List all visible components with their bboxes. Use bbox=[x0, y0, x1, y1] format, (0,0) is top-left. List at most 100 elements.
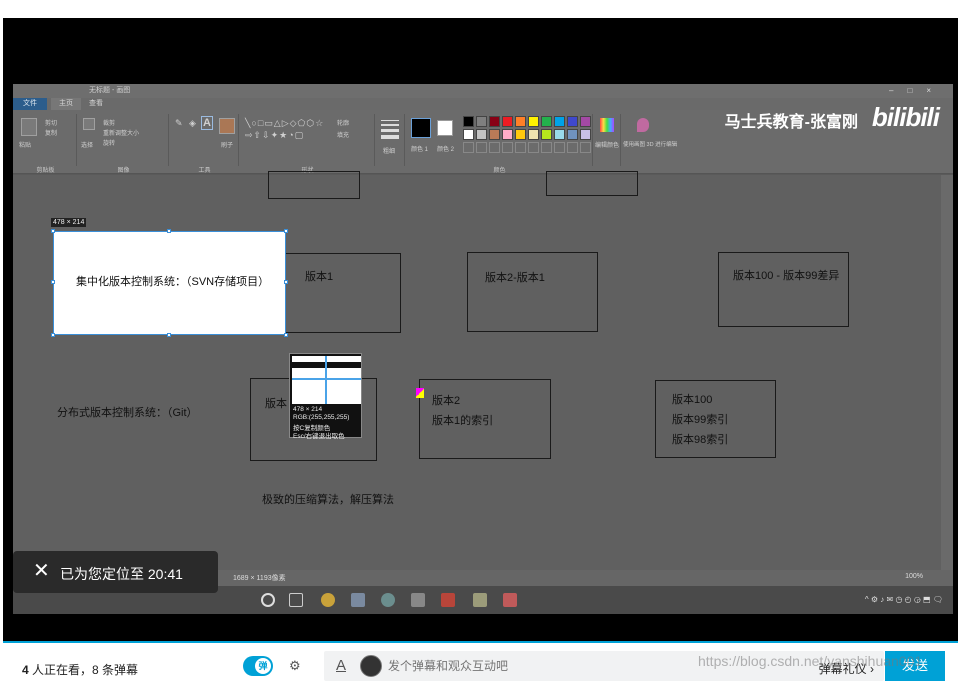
system-tray[interactable]: ^ ⚙ ♪ ✉ ◷ ◴ ◶ ⬒ 🗨 bbox=[865, 595, 943, 604]
version100-line1: 版本100 bbox=[672, 394, 713, 406]
palette-swatch[interactable] bbox=[528, 116, 539, 127]
group-size[interactable]: 粗细 bbox=[377, 114, 405, 166]
paste-icon[interactable] bbox=[21, 118, 37, 136]
color2-swatch[interactable] bbox=[437, 120, 453, 136]
window-title: 无标题 - 画图 bbox=[89, 87, 131, 94]
selection-handle[interactable] bbox=[284, 333, 288, 337]
app-icon[interactable] bbox=[351, 593, 365, 607]
danmaku-input[interactable] bbox=[388, 655, 688, 677]
media-app-icon[interactable] bbox=[441, 593, 455, 607]
palette-swatch[interactable] bbox=[580, 129, 591, 140]
cursor-icon bbox=[416, 388, 424, 398]
version100-text: 版本100 - 版本99差异 bbox=[733, 270, 840, 282]
resize-label[interactable]: 重新调整大小 bbox=[103, 128, 139, 137]
palette-empty-swatch[interactable] bbox=[528, 142, 539, 153]
palette-swatch[interactable] bbox=[489, 116, 500, 127]
paint-canvas[interactable]: 版本1 版本2-版本1 版本100 - 版本99差异 478 × 214 集中化… bbox=[13, 171, 941, 570]
palette-swatch[interactable] bbox=[502, 116, 513, 127]
palette-swatch[interactable] bbox=[476, 129, 487, 140]
group-tools: ✎ ◈ A 刷子 工具 bbox=[171, 114, 239, 174]
palette-empty-swatch[interactable] bbox=[502, 142, 513, 153]
palette-swatch[interactable] bbox=[463, 129, 474, 140]
select-icon[interactable] bbox=[83, 118, 95, 130]
task-view-icon[interactable] bbox=[289, 593, 303, 607]
brush-icon[interactable] bbox=[219, 118, 235, 134]
chrome-icon[interactable] bbox=[321, 593, 335, 607]
tab-view[interactable]: 查看 bbox=[89, 98, 103, 110]
palette-empty-swatch[interactable] bbox=[580, 142, 591, 153]
color1-swatch[interactable] bbox=[411, 118, 431, 138]
crop-label[interactable]: 裁剪 bbox=[103, 118, 115, 127]
centralized-vcs-label: 集中化版本控制系统：（SVN存储项目） bbox=[76, 276, 270, 288]
selection-area[interactable]: 集中化版本控制系统：（SVN存储项目） bbox=[51, 229, 288, 337]
fill-icon[interactable]: ◈ bbox=[189, 118, 196, 129]
palette-swatch[interactable] bbox=[528, 129, 539, 140]
palette-empty-swatch[interactable] bbox=[554, 142, 565, 153]
palette-swatch[interactable] bbox=[567, 129, 578, 140]
palette-swatch[interactable] bbox=[489, 129, 500, 140]
magnifier-rgb: RGB:(255,255,255) bbox=[293, 414, 350, 421]
cut-label[interactable]: 剪切 bbox=[45, 118, 57, 127]
compression-label: 极致的压缩算法，解压算法 bbox=[262, 494, 394, 506]
rotate-label[interactable]: 旋转 bbox=[103, 138, 115, 147]
close-icon[interactable]: ✕ bbox=[33, 561, 50, 581]
avatar[interactable] bbox=[360, 655, 382, 677]
palette-empty-swatch[interactable] bbox=[489, 142, 500, 153]
selection-handle[interactable] bbox=[167, 333, 171, 337]
palette-swatch[interactable] bbox=[541, 116, 552, 127]
palette-swatch[interactable] bbox=[567, 116, 578, 127]
palette-empty-swatch[interactable] bbox=[476, 142, 487, 153]
version2-index-box: 版本2 版本1的索引 bbox=[419, 379, 551, 459]
danmaku-toggle[interactable]: 弹 bbox=[243, 656, 273, 676]
palette-swatch[interactable] bbox=[554, 129, 565, 140]
palette-empty-swatch[interactable] bbox=[541, 142, 552, 153]
palette-swatch[interactable] bbox=[502, 129, 513, 140]
palette-swatch[interactable] bbox=[554, 116, 565, 127]
seek-toast: ✕ 已为您定位至 20:41 bbox=[13, 551, 218, 593]
video-frame[interactable]: 无标题 - 画图 –□× 文件 主页 查看 粘贴 剪切 复制 剪贴板 选择 裁剪… bbox=[13, 84, 953, 614]
tab-home[interactable]: 主页 bbox=[51, 98, 81, 110]
shapes-gallery-row2-icon[interactable]: ⇨⇧⇩✦★◔▢ bbox=[245, 130, 304, 141]
danmaku-settings-icon[interactable]: ⚙ bbox=[289, 658, 309, 674]
selection-handle[interactable] bbox=[284, 229, 288, 233]
fill-label[interactable]: 填充 bbox=[337, 130, 349, 139]
copy-label[interactable]: 复制 bbox=[45, 128, 57, 137]
cortana-icon[interactable] bbox=[261, 593, 275, 607]
selection-handle[interactable] bbox=[284, 280, 288, 284]
group-clipboard-label: 剪贴板 bbox=[36, 168, 55, 174]
notes-app-icon[interactable] bbox=[503, 593, 517, 607]
palette-empty-swatch[interactable] bbox=[463, 142, 474, 153]
font-style-icon[interactable]: A bbox=[336, 657, 346, 674]
sync-icon[interactable] bbox=[381, 593, 395, 607]
palette-swatch[interactable] bbox=[580, 116, 591, 127]
edit-colors-icon bbox=[600, 118, 614, 132]
palette-swatch[interactable] bbox=[476, 116, 487, 127]
text-icon[interactable]: A bbox=[201, 116, 213, 130]
canvas-scrollbar[interactable] bbox=[941, 175, 953, 570]
window-controls[interactable]: –□× bbox=[889, 84, 945, 98]
selection-handle[interactable] bbox=[51, 333, 55, 337]
selection-handle[interactable] bbox=[51, 280, 55, 284]
paint-app-icon[interactable] bbox=[473, 593, 487, 607]
palette-empty-swatch[interactable] bbox=[567, 142, 578, 153]
danmaku-count: 8 bbox=[92, 663, 99, 677]
pencil-icon[interactable]: ✎ bbox=[175, 118, 183, 129]
selection-handle[interactable] bbox=[51, 229, 55, 233]
selection-handle[interactable] bbox=[167, 229, 171, 233]
color2-label: 颜色 2 bbox=[437, 147, 455, 153]
palette-swatch[interactable] bbox=[463, 116, 474, 127]
edit-colors-group[interactable]: 编辑颜色 bbox=[595, 114, 621, 166]
version2-line2: 版本1的索引 bbox=[432, 415, 494, 427]
video-player[interactable]: 无标题 - 画图 –□× 文件 主页 查看 粘贴 剪切 复制 剪贴板 选择 裁剪… bbox=[3, 18, 958, 642]
tab-file[interactable]: 文件 bbox=[13, 98, 47, 110]
paint3d-group[interactable]: 使用画图 3D 进行编辑 bbox=[623, 114, 677, 166]
shapes-gallery-icon[interactable]: ╲○□▭△▷◇⬠⬡☆ bbox=[245, 118, 324, 129]
palette-swatch[interactable] bbox=[541, 129, 552, 140]
outline-label[interactable]: 轮廓 bbox=[337, 118, 349, 127]
group-clipboard: 粘贴 剪切 复制 剪贴板 bbox=[15, 114, 77, 174]
palette-swatch[interactable] bbox=[515, 129, 526, 140]
palette-empty-swatch[interactable] bbox=[515, 142, 526, 153]
palette-swatch[interactable] bbox=[515, 116, 526, 127]
viewer-stats: 4 人正在看，8 条弹幕 bbox=[22, 661, 138, 678]
calculator-icon[interactable] bbox=[411, 593, 425, 607]
